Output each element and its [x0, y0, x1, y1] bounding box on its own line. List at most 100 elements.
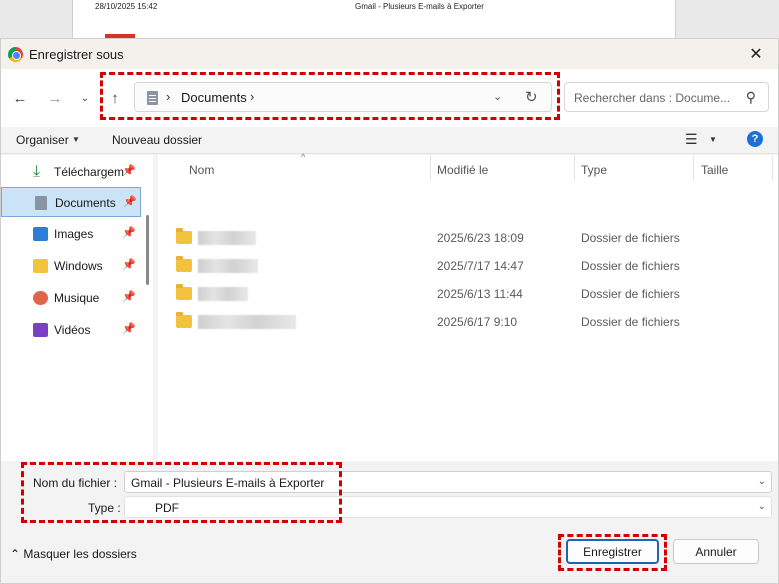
- sidebar-scrollbar[interactable]: [146, 215, 149, 285]
- pin-icon: 📌: [122, 291, 136, 303]
- preview-date: 28/10/2025 15:42: [95, 2, 158, 11]
- arrow-up-icon: ↑: [111, 89, 119, 107]
- list-view-icon[interactable]: ☰: [685, 131, 698, 148]
- print-preview-page: 28/10/2025 15:42 Gmail - Plusieurs E-mai…: [72, 0, 676, 40]
- search-box[interactable]: Rechercher dans : Docume... ⚲: [564, 82, 769, 112]
- pin-icon: 📌: [122, 165, 136, 177]
- pin-icon: 📌: [122, 227, 136, 239]
- arrow-left-icon: ←: [12, 89, 28, 107]
- filename-input[interactable]: Gmail - Plusieurs E-mails à Exporter: [131, 476, 324, 490]
- column-header-size[interactable]: Taille: [701, 163, 728, 177]
- caret-down-icon[interactable]: ▼: [709, 135, 717, 144]
- file-type: Dossier de fichiers: [581, 231, 680, 245]
- sort-ascending-icon: ^: [301, 152, 306, 162]
- table-row[interactable]: 2025/6/23 18:09 Dossier de fichiers: [170, 225, 770, 251]
- sidebar-item-music[interactable]: Musique 📌: [1, 283, 141, 313]
- sidebar-item-windows[interactable]: Windows 📌: [1, 251, 141, 281]
- refresh-icon[interactable]: ↻: [525, 88, 538, 106]
- document-icon: [35, 196, 47, 210]
- folder-icon: [176, 228, 192, 244]
- sidebar-item-downloads[interactable]: ⤓ Téléchargem 📌: [1, 157, 141, 187]
- column-divider[interactable]: [772, 155, 773, 181]
- column-header-name[interactable]: Nom: [189, 163, 214, 177]
- chevron-up-icon: ⌃: [10, 547, 21, 561]
- chrome-icon: [8, 47, 23, 62]
- chevron-down-icon[interactable]: ⌄: [758, 501, 766, 512]
- sidebar-item-images[interactable]: Images 📌: [1, 219, 141, 249]
- file-list: ^ Nom Modifié le Type Taille 2025/6/23 1…: [158, 152, 778, 485]
- sidebar-item-label: Windows: [54, 259, 103, 273]
- music-icon: [33, 291, 48, 305]
- file-modified: 2025/6/17 9:10: [437, 315, 518, 329]
- image-icon: [33, 227, 48, 241]
- pin-icon: 📌: [123, 196, 137, 208]
- sidebar-item-label: Vidéos: [54, 323, 91, 337]
- filetype-value[interactable]: PDF: [155, 501, 179, 515]
- chevron-down-icon[interactable]: ⌄: [758, 476, 766, 487]
- document-icon: [147, 91, 158, 105]
- file-type: Dossier de fichiers: [581, 259, 680, 273]
- sidebar-item-documents[interactable]: Documents 📌: [1, 187, 141, 217]
- dialog-titlebar: Enregistrer sous ✕: [1, 39, 778, 69]
- back-button[interactable]: ←: [9, 87, 31, 109]
- command-bar: Organiser ▼ Nouveau dossier ☰ ▼ ?: [1, 127, 778, 154]
- folder-icon: [33, 259, 48, 273]
- breadcrumb-chevron-icon[interactable]: ›: [250, 89, 254, 104]
- file-name-blurred: [198, 259, 258, 273]
- hide-folders-toggle[interactable]: ⌃ Masquer les dossiers: [10, 547, 137, 561]
- breadcrumb-chevron-icon: ›: [166, 89, 171, 104]
- cancel-button[interactable]: Annuler: [673, 539, 759, 564]
- file-type: Dossier de fichiers: [581, 315, 680, 329]
- download-icon: ⤓: [33, 163, 41, 180]
- filename-label: Nom du fichier :: [33, 476, 118, 490]
- forward-button[interactable]: →: [44, 87, 66, 109]
- close-button[interactable]: ✕: [734, 39, 778, 69]
- filetype-label: Type :: [88, 501, 121, 515]
- search-icon[interactable]: ⚲: [746, 89, 756, 106]
- file-name-blurred: [198, 287, 248, 301]
- file-type: Dossier de fichiers: [581, 287, 680, 301]
- preview-title: Gmail - Plusieurs E-mails à Exporter: [355, 2, 484, 11]
- arrow-right-icon: →: [47, 89, 63, 107]
- folder-icon: [176, 312, 192, 328]
- video-icon: [33, 323, 48, 337]
- breadcrumb-documents[interactable]: Documents: [181, 90, 247, 105]
- sidebar-item-videos[interactable]: Vidéos 📌: [1, 315, 141, 345]
- column-divider[interactable]: [693, 155, 694, 181]
- folder-icon: [176, 284, 192, 300]
- dialog-title: Enregistrer sous: [29, 47, 124, 62]
- sidebar-item-label: Musique: [54, 291, 100, 305]
- table-row[interactable]: 2025/6/13 11:44 Dossier de fichiers: [170, 281, 770, 307]
- caret-down-icon[interactable]: ▼: [72, 135, 80, 144]
- column-divider[interactable]: [574, 155, 575, 181]
- column-header-modified[interactable]: Modifié le: [437, 163, 488, 177]
- organize-menu[interactable]: Organiser: [16, 133, 69, 147]
- close-icon: ✕: [749, 46, 763, 63]
- sidebar-item-label: Documents: [55, 196, 116, 210]
- hide-folders-label: Masquer les dossiers: [23, 547, 137, 561]
- column-header-type[interactable]: Type: [581, 163, 607, 177]
- up-button[interactable]: ↑: [104, 87, 126, 109]
- file-modified: 2025/6/23 18:09: [437, 231, 524, 245]
- pin-icon: 📌: [122, 259, 136, 271]
- new-folder-button[interactable]: Nouveau dossier: [112, 133, 202, 147]
- address-bar[interactable]: › Documents › ⌄ ↻: [134, 82, 552, 112]
- help-icon[interactable]: ?: [747, 131, 763, 147]
- column-divider[interactable]: [430, 155, 431, 181]
- file-name-blurred: [198, 231, 256, 245]
- folder-icon: [176, 256, 192, 272]
- table-row[interactable]: 2025/7/17 14:47 Dossier de fichiers: [170, 253, 770, 279]
- sidebar-item-label: Images: [54, 227, 94, 241]
- navigation-pane: ⤓ Téléchargem 📌 Documents 📌 Images 📌 Win…: [1, 155, 153, 461]
- save-button[interactable]: Enregistrer: [566, 539, 659, 564]
- pin-icon: 📌: [122, 323, 136, 335]
- address-dropdown-icon[interactable]: ⌄: [493, 90, 502, 103]
- file-name-blurred: [198, 315, 296, 329]
- recent-locations-button[interactable]: ⌄: [74, 87, 96, 109]
- table-row[interactable]: 2025/6/17 9:10 Dossier de fichiers: [170, 309, 770, 335]
- file-modified: 2025/6/13 11:44: [437, 287, 523, 301]
- chevron-down-icon: ⌄: [80, 92, 90, 104]
- filename-field[interactable]: Gmail - Plusieurs E-mails à Exporter ⌄: [124, 471, 772, 493]
- search-input[interactable]: Rechercher dans : Docume...: [574, 91, 730, 105]
- filetype-select[interactable]: PDF ⌄: [124, 496, 772, 518]
